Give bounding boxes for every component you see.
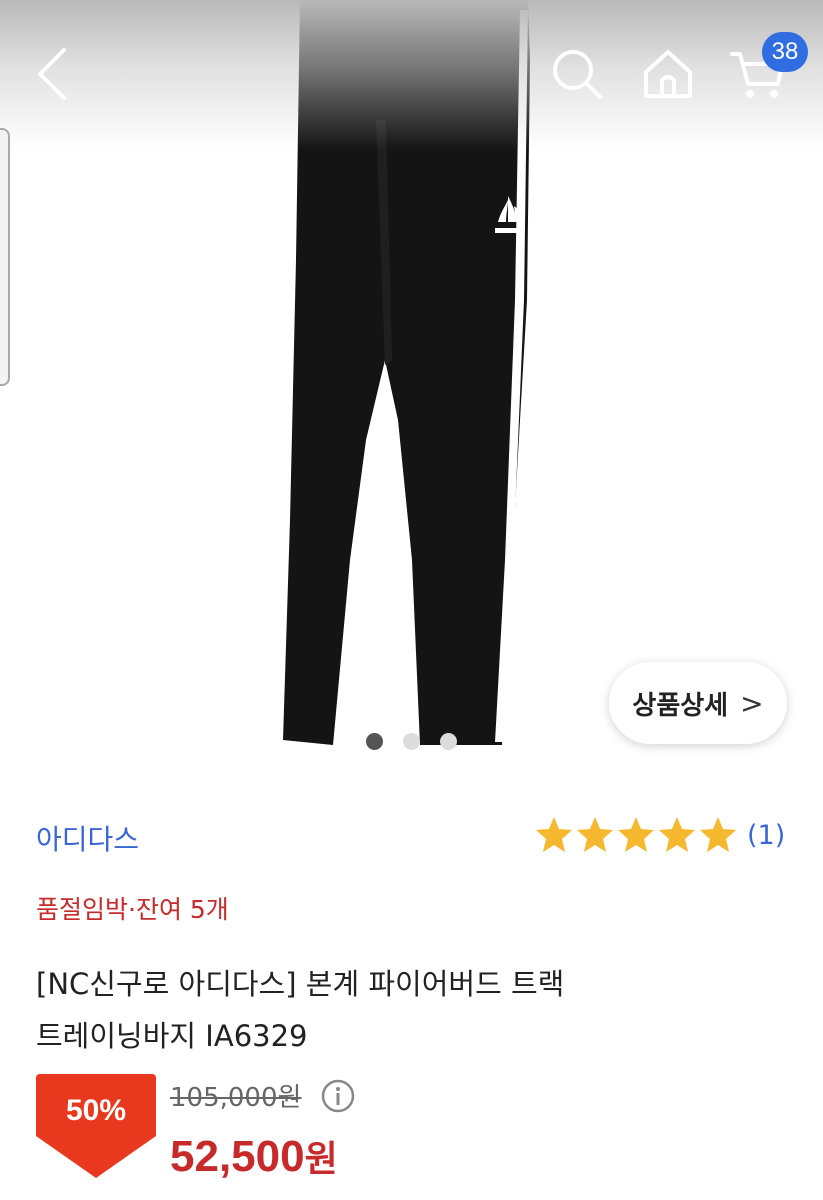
info-icon[interactable] xyxy=(320,1078,356,1114)
sale-price-amount: 52,500 xyxy=(170,1132,305,1181)
cart-count-badge: 38 xyxy=(762,32,808,72)
pagination-dot-active[interactable] xyxy=(366,733,383,750)
side-panel-handle[interactable] xyxy=(0,128,10,386)
product-title-line: 트레이닝바지 IA6329 xyxy=(36,1019,308,1053)
star-icon xyxy=(659,817,695,852)
original-price: 105,000원 xyxy=(170,1083,302,1113)
gallery-pagination xyxy=(366,733,457,750)
stock-notice: 품절임박·잔여 5개 xyxy=(36,895,229,924)
review-count: (1) xyxy=(747,819,786,851)
product-title: [NC신구로 아디다스] 본계 파이어버드 트랙 트레이닝바지 IA6329 xyxy=(36,958,776,1062)
home-icon[interactable] xyxy=(636,42,700,106)
pagination-dot[interactable] xyxy=(440,733,457,750)
pagination-dot[interactable] xyxy=(403,733,420,750)
rating-summary[interactable]: (1) xyxy=(534,815,785,855)
product-detail-button[interactable]: 상품상세 > xyxy=(609,662,787,744)
brand-link[interactable]: 아디다스 xyxy=(36,818,139,858)
discount-badge: 50% xyxy=(36,1074,156,1178)
star-icon xyxy=(700,817,736,852)
search-icon[interactable] xyxy=(545,42,609,106)
chevron-left-icon[interactable] xyxy=(22,42,86,106)
star-icon xyxy=(618,817,654,852)
star-icon xyxy=(536,817,572,852)
product-title-line: [NC신구로 아디다스] 본계 파이어버드 트랙 xyxy=(36,967,565,1001)
discount-rate: 50% xyxy=(65,1094,127,1127)
star-icon xyxy=(577,817,613,852)
sale-price-currency: 원 xyxy=(304,1138,338,1179)
sale-price: 52,500원 xyxy=(170,1130,338,1182)
product-detail-page: 38 상품상세 > 아디다스 (1) 품절임박·잔여 5개 [NC신구로 아디다… xyxy=(0,0,823,1200)
chevron-right-icon: > xyxy=(740,686,764,720)
product-detail-label: 상품상세 xyxy=(632,690,729,721)
